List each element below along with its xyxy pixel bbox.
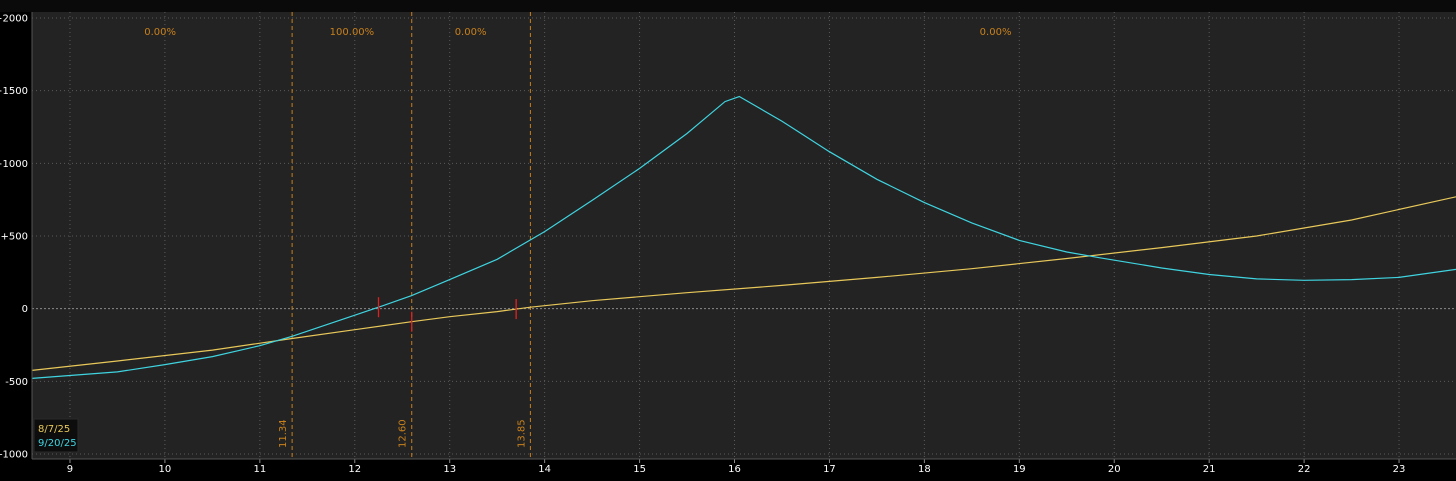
x-tick-label: 14 bbox=[538, 464, 551, 475]
probability-zone-label: 0.00% bbox=[980, 27, 1012, 38]
chart-svg: 11.34 12.60 13.85 0.00% 100.00% 0.00% 0.00% 9 1… bbox=[0, 0, 1456, 481]
vertical-marker-label: 12.60 bbox=[398, 419, 409, 448]
y-tick-label: +1500 bbox=[0, 86, 28, 97]
risk-profile-chart: 11.34 12.60 13.85 0.00% 100.00% 0.00% 0.00% 9 1… bbox=[0, 0, 1456, 481]
probability-zone-label: 0.00% bbox=[455, 27, 487, 38]
y-tick-label: 0 bbox=[22, 304, 28, 315]
x-tick-label: 9 bbox=[67, 464, 73, 475]
x-tick-label: 20 bbox=[1108, 464, 1121, 475]
legend-entry: 9/20/25 bbox=[38, 438, 77, 449]
y-tick-label: +2000 bbox=[0, 14, 28, 25]
x-tick-label: 18 bbox=[918, 464, 931, 475]
vertical-marker-label: 11.34 bbox=[278, 419, 289, 448]
legend-entry: 8/7/25 bbox=[38, 424, 70, 435]
x-tick-label: 13 bbox=[443, 464, 456, 475]
x-tick-label: 19 bbox=[1013, 464, 1026, 475]
probability-zone-label: 0.00% bbox=[144, 27, 176, 38]
x-tick-label: 23 bbox=[1393, 464, 1406, 475]
top-strip bbox=[0, 0, 1456, 12]
probability-zone-label: 100.00% bbox=[330, 27, 375, 38]
x-tick-label: 17 bbox=[823, 464, 836, 475]
x-tick-label: 16 bbox=[728, 464, 741, 475]
x-tick-label: 11 bbox=[253, 464, 266, 475]
legend: 8/7/25 9/20/25 bbox=[33, 418, 79, 453]
y-tick-label: +500 bbox=[1, 232, 28, 243]
y-tick-label: -500 bbox=[5, 377, 28, 388]
x-tick-label: 12 bbox=[348, 464, 361, 475]
y-tick-label: -1000 bbox=[0, 450, 28, 461]
x-tick-label: 10 bbox=[159, 464, 172, 475]
vertical-marker-label: 13.85 bbox=[516, 419, 527, 448]
x-tick-label: 22 bbox=[1298, 464, 1311, 475]
x-tick-label: 21 bbox=[1203, 464, 1216, 475]
x-tick-label: 15 bbox=[633, 464, 646, 475]
y-tick-label: +1000 bbox=[0, 159, 28, 170]
